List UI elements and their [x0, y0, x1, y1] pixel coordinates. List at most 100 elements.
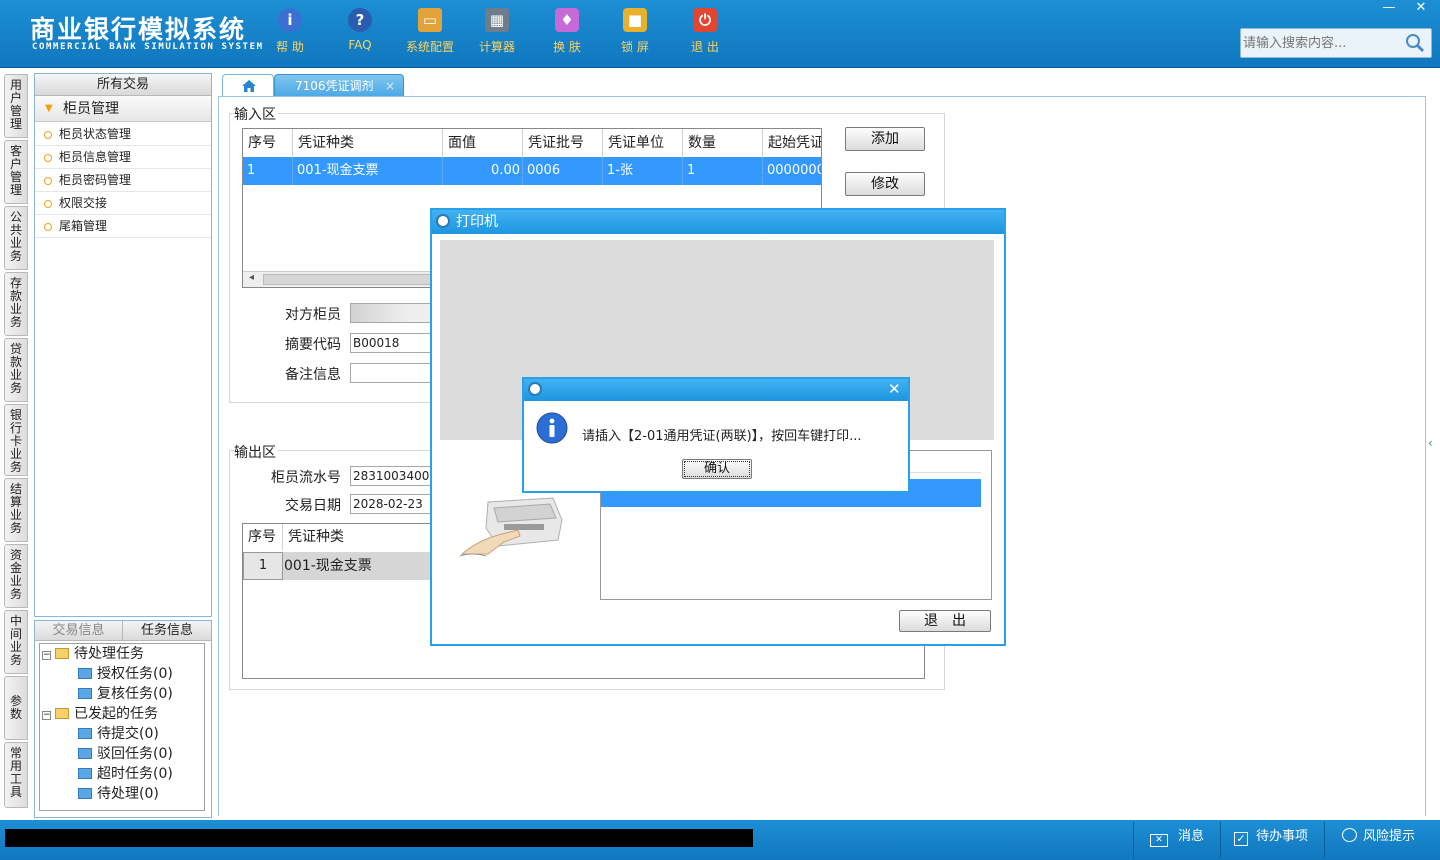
col-header-index: 序号	[243, 129, 293, 157]
tree-node-initiated[interactable]: − 已发起的任务	[42, 704, 158, 724]
folder-icon	[78, 768, 92, 779]
col-header-voucher-type: 凭证种类	[283, 524, 433, 550]
vtab-deposit-business[interactable]: 存款业务	[4, 272, 28, 336]
search-box	[1240, 28, 1432, 58]
cell-start-voucher: 000000000	[767, 163, 821, 178]
vtab-settlement-business[interactable]: 结算业务	[4, 478, 28, 542]
todo-button[interactable]: ✓ 待办事项	[1234, 828, 1308, 846]
summary-code-field[interactable]: B00018	[350, 333, 432, 353]
nav-item-teller-status[interactable]: 柜员状态管理	[35, 123, 211, 146]
printer-exit-button[interactable]: 退 出	[899, 610, 991, 632]
messages-button[interactable]: ✕ 消息	[1150, 828, 1204, 847]
tab-home[interactable]	[222, 74, 274, 97]
lock-icon: ■	[623, 8, 647, 32]
remark-field[interactable]	[350, 363, 432, 383]
tree-node-authorize[interactable]: 授权任务(0)	[78, 664, 173, 684]
collapse-icon[interactable]: −	[42, 651, 51, 660]
tab-voucher-adjustment[interactable]: 7106凭证调剂 ×	[274, 74, 404, 97]
nav-item-permission-handover[interactable]: 权限交接	[35, 192, 211, 215]
mail-icon: ✕	[1150, 834, 1168, 847]
tree-node-review[interactable]: 复核任务(0)	[78, 684, 173, 704]
vtab-loan-business[interactable]: 贷款业务	[4, 338, 28, 402]
tab-transaction-info[interactable]: 交易信息	[35, 621, 123, 641]
output-area-title: 输出区	[234, 442, 278, 462]
status-divider	[1324, 822, 1325, 858]
summary-code-label: 摘要代码	[285, 337, 341, 353]
col-header-quantity: 数量	[683, 129, 763, 157]
prompt-titlebar: ✕	[524, 379, 908, 401]
checkbox-icon: ✓	[1234, 832, 1248, 846]
skin-button[interactable]: ♦ 换 肤	[537, 8, 597, 55]
nav-header: 所有交易	[35, 74, 211, 96]
folder-icon	[78, 688, 92, 699]
serial-number-label: 柜员流水号	[271, 470, 341, 486]
col-header-face-value: 面值	[443, 129, 523, 157]
settings-button[interactable]: ▭ 系统配置	[400, 8, 460, 55]
vtab-fund-business[interactable]: 资金业务	[4, 544, 28, 608]
collapse-icon[interactable]: −	[42, 711, 51, 720]
risk-alert-button[interactable]: 风险提示	[1342, 828, 1415, 846]
trade-date-label: 交易日期	[285, 498, 341, 514]
nav-item-teller-password[interactable]: 柜员密码管理	[35, 169, 211, 192]
task-tree: − 待处理任务 授权任务(0) 复核任务(0) − 已发起的任务 待提交(0) 驳回…	[39, 643, 205, 811]
cell-face-value: 0.00	[443, 157, 523, 185]
col-header-start-voucher: 起始凭证	[763, 129, 821, 157]
trade-date-field: 2028-02-23	[350, 494, 432, 514]
info-icon	[536, 412, 568, 444]
close-icon[interactable]: ✕	[888, 380, 901, 398]
vtab-public-business[interactable]: 公共业务	[4, 206, 28, 270]
tab-bar: 7106凭证调剂 ×	[214, 73, 1440, 97]
status-bar: ✕ 消息 ✓ 待办事项 风险提示	[0, 820, 1440, 860]
vtab-card-business[interactable]: 银行卡业务	[4, 404, 28, 476]
remark-label: 备注信息	[285, 367, 341, 383]
tree-node-to-submit[interactable]: 待提交(0)	[78, 724, 159, 744]
add-button[interactable]: 添加	[845, 127, 925, 151]
expand-arrow-icon: ▼	[45, 103, 53, 114]
chat-icon	[1342, 828, 1357, 842]
window-close-button[interactable]: ✕	[1406, 0, 1436, 18]
confirm-button[interactable]: 确认	[682, 459, 752, 479]
nav-group-teller-management[interactable]: ▼ 柜员管理	[35, 96, 211, 122]
printer-icon	[459, 497, 563, 557]
scroll-left-icon[interactable]: ◂	[249, 272, 254, 283]
counterparty-teller-label: 对方柜员	[285, 307, 341, 323]
task-tabs: 交易信息 任务信息	[35, 621, 211, 641]
search-input[interactable]	[1243, 32, 1403, 54]
app-title: 商业银行模拟系统	[30, 15, 247, 44]
modify-button[interactable]: 修改	[845, 172, 925, 196]
app-logo-icon	[528, 382, 542, 396]
minimize-button[interactable]: —	[1374, 0, 1404, 18]
folder-icon	[55, 648, 69, 659]
nav-item-teller-info[interactable]: 柜员信息管理	[35, 146, 211, 169]
nav-item-tail-box[interactable]: 尾箱管理	[35, 215, 211, 238]
calculator-button[interactable]: ▦ 计算器	[467, 8, 527, 55]
shirt-icon: ♦	[555, 8, 579, 32]
tree-node-to-process[interactable]: 待处理(0)	[78, 784, 159, 804]
chevron-left-icon[interactable]: ‹	[1428, 436, 1433, 450]
tree-node-timeout[interactable]: 超时任务(0)	[78, 764, 173, 784]
folder-icon	[55, 708, 69, 719]
app-logo-icon	[436, 214, 450, 228]
folder-icon	[78, 788, 92, 799]
vtab-parameters[interactable]: 参数	[4, 676, 28, 740]
folder-icon	[78, 728, 92, 739]
tab-close-icon[interactable]: ×	[385, 75, 395, 97]
vtab-intermediate-business[interactable]: 中间业务	[4, 610, 28, 674]
help-button[interactable]: i 帮 助	[260, 8, 320, 55]
faq-button[interactable]: ? FAQ	[330, 8, 390, 52]
scroll-thumb[interactable]	[263, 274, 431, 285]
cell-batch: 0006	[523, 157, 603, 185]
vtab-common-tools[interactable]: 常用工具	[4, 742, 28, 808]
tree-node-rejected[interactable]: 驳回任务(0)	[78, 744, 173, 764]
toolbox-icon: ▭	[418, 8, 442, 32]
counterparty-teller-field[interactable]	[350, 303, 432, 323]
tab-task-info[interactable]: 任务信息	[123, 621, 211, 641]
search-icon[interactable]	[1405, 33, 1425, 53]
vtab-customer-management[interactable]: 客户管理	[4, 140, 28, 204]
lock-screen-button[interactable]: ■ 锁 屏	[605, 8, 665, 55]
vtab-user-management[interactable]: 用户管理	[4, 74, 28, 138]
tree-node-pending[interactable]: − 待处理任务	[42, 644, 144, 664]
cell-quantity: 1	[683, 157, 763, 185]
cell-voucher-type: 001-现金支票	[283, 552, 433, 580]
exit-button[interactable]: ⏻ 退 出	[675, 8, 735, 55]
